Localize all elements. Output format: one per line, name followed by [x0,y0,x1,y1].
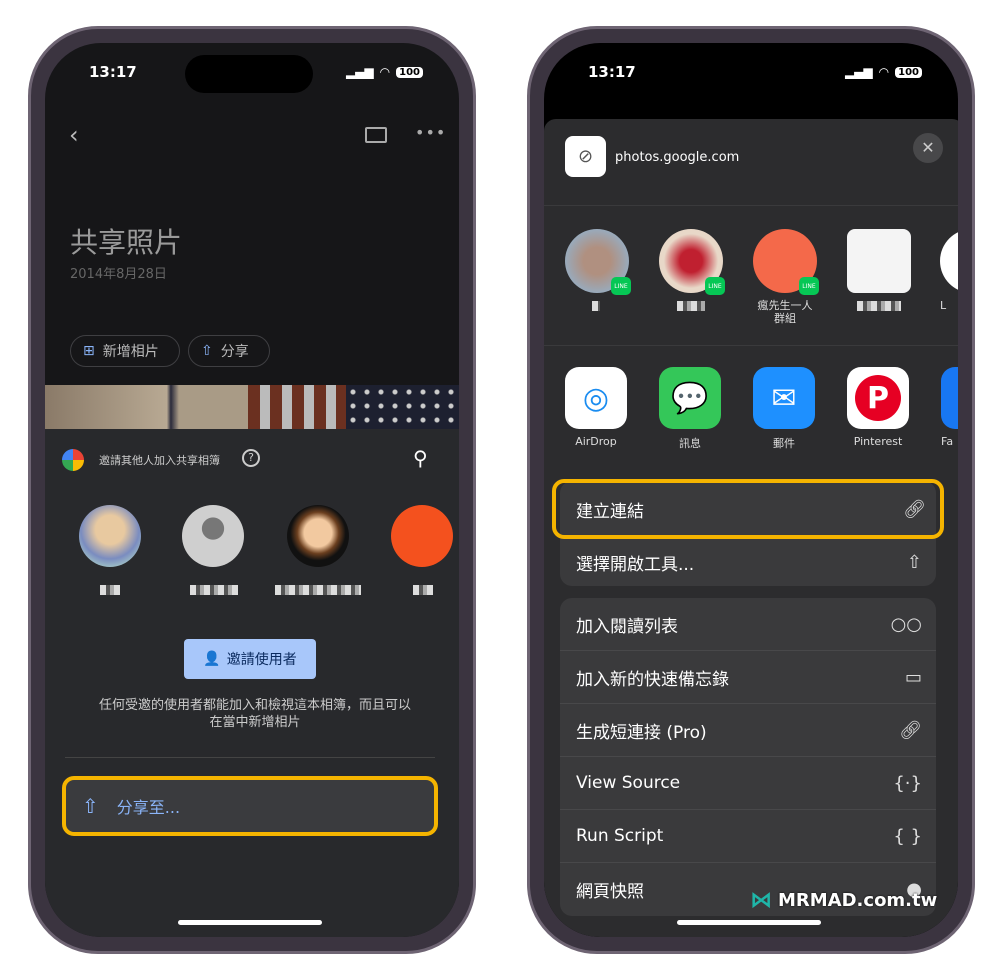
mail-icon: ✉ [753,367,815,429]
status-icons: ▂▄▆ ◠ 100 [346,65,423,79]
avatar[interactable] [391,505,453,567]
add-person-icon: 👤 [203,651,221,667]
share-icon: ⇧ [201,343,213,359]
contact-name [275,585,361,595]
home-indicator [677,920,821,925]
run-script-row[interactable]: Run Script{ } [560,810,936,863]
close-button[interactable]: ✕ [913,133,943,163]
photo-thumb[interactable] [248,385,346,429]
add-photo-icon: ⊞ [83,343,95,359]
view-source-row[interactable]: View Source {·} [560,757,936,810]
contact[interactable]: LINE [565,229,631,311]
create-link-row[interactable]: 建立連結 🔗︎ [552,479,944,539]
status-time: 13:17 [89,63,137,81]
share-icon: ⇧ [906,552,922,573]
link-icon: 🔗︎ [899,719,922,741]
page-title: 共享照片 [70,226,183,259]
dynamic-island [684,55,812,93]
photo-thumb[interactable] [346,385,459,429]
contact-name [413,585,433,595]
line-badge-icon: LINE [799,277,819,295]
google-photos-logo [62,449,84,471]
app-mail[interactable]: ✉ 郵件 [753,367,815,451]
google-photos-screen: 13:17 ▂▄▆ ◠ 100 ‹ ••• 共享照片 2014年8月28日 ⊞ 新增相… [45,43,459,937]
contact[interactable]: L [940,229,958,312]
line-badge-icon: LINE [611,277,631,295]
signal-icon: ▂▄▆ [844,65,873,79]
photo-strip[interactable] [45,385,459,429]
line-badge-icon: LINE [705,277,725,295]
status-time: 13:17 [588,63,636,81]
contact-name [592,301,600,311]
contact[interactable] [847,229,911,311]
battery-icon: 100 [396,66,423,78]
page-url: photos.google.com [615,150,740,165]
glasses-icon: ○○ [890,613,922,635]
photo-thumb[interactable] [45,385,248,429]
divider [65,757,435,758]
quick-note-row[interactable]: 加入新的快速備忘錄 ▭ [560,651,936,704]
divider [544,205,958,206]
contact-name [857,301,901,311]
divider [544,345,958,346]
app-facebook[interactable]: Fa [941,367,958,448]
airdrop-icon: ◎ [565,367,627,429]
help-icon[interactable]: ? [242,449,260,467]
invite-sheet: 邀請其他人加入共享相簿 ? ⚲ 👤 邀請使用者 任何受邀的使用者都能加入和檢視這本… [45,429,459,937]
source-icon: {·} [893,772,922,794]
contact-name: L [940,299,947,312]
search-icon[interactable]: ⚲ [413,446,428,470]
battery-icon: 100 [895,66,922,78]
contact-name [677,301,705,311]
share-icon: ⇧ [82,794,99,818]
contact[interactable]: LINE 瘋先生一人 群組 [753,229,819,325]
quick-note-icon: ▭ [904,666,922,688]
app-messages[interactable]: 💬 訊息 [659,367,721,451]
avatar[interactable] [287,505,349,567]
contact-name [100,585,120,595]
invite-users-button[interactable]: 👤 邀請使用者 [184,639,316,679]
home-indicator [178,920,322,925]
action-group-2: 加入閱讀列表 ○○ 加入新的快速備忘錄 ▭ 生成短連接 (Pro) 🔗︎ View S… [560,598,936,916]
mrmad-logo-icon: ⋈ [750,888,772,913]
facebook-icon [941,367,958,429]
avatar[interactable] [79,505,141,567]
wifi-icon: ◠ [878,65,890,79]
add-reading-list-row[interactable]: 加入閱讀列表 ○○ [560,598,936,651]
album-date: 2014年8月28日 [70,267,167,282]
short-link-row[interactable]: 生成短連接 (Pro) 🔗︎ [560,704,936,757]
cast-icon[interactable] [365,127,387,143]
left-phone: 13:17 ▂▄▆ ◠ 100 ‹ ••• 共享照片 2014年8月28日 ⊞ 新增相… [28,26,476,954]
status-icons: ▂▄▆ ◠ 100 [845,65,922,79]
contact-name: 瘋先生一人 [757,299,813,312]
open-in-row[interactable]: 選擇開啟工具... ⇧ [560,539,936,586]
share-button[interactable]: ⇧ 分享 [188,335,270,367]
contact-name: 群組 [774,312,796,325]
action-group-1: 建立連結 🔗︎ 選擇開啟工具... ⇧ [552,479,944,586]
contact-name [190,585,238,595]
share-sheet: ⊘ photos.google.com ✕ LINE LINE LINE 瘋先生一… [544,119,958,937]
contact[interactable]: LINE [659,229,725,311]
wifi-icon: ◠ [379,65,391,79]
pinterest-icon: P [847,367,909,429]
mrmad-watermark: ⋈ MRMAD.com.tw [750,888,938,913]
dynamic-island [185,55,313,93]
right-phone: 13:17 ▂▄▆ ◠ 100 ⊘ photos.google.com ✕ LINE… [527,26,975,954]
more-icon[interactable]: ••• [415,123,446,142]
invite-header: 邀請其他人加入共享相簿 [99,454,220,467]
link-icon: 🔗︎ [903,498,926,520]
share-to-button[interactable]: ⇧ 分享至... [62,776,438,836]
app-airdrop[interactable]: ◎ AirDrop [565,367,627,448]
app-pinterest[interactable]: P Pinterest [847,367,909,448]
back-button[interactable]: ‹ [69,121,79,149]
share-sheet-screen: 13:17 ▂▄▆ ◠ 100 ⊘ photos.google.com ✕ LINE… [544,43,958,937]
add-photos-button[interactable]: ⊞ 新增相片 [70,335,180,367]
braces-icon: { } [893,825,922,847]
messages-icon: 💬 [659,367,721,429]
avatar[interactable] [182,505,244,567]
invite-description: 任何受邀的使用者都能加入和檢視這本相簿，而且可以 在當中新增相片 [98,698,411,730]
signal-icon: ▂▄▆ [345,65,374,79]
safari-icon: ⊘ [565,136,606,177]
